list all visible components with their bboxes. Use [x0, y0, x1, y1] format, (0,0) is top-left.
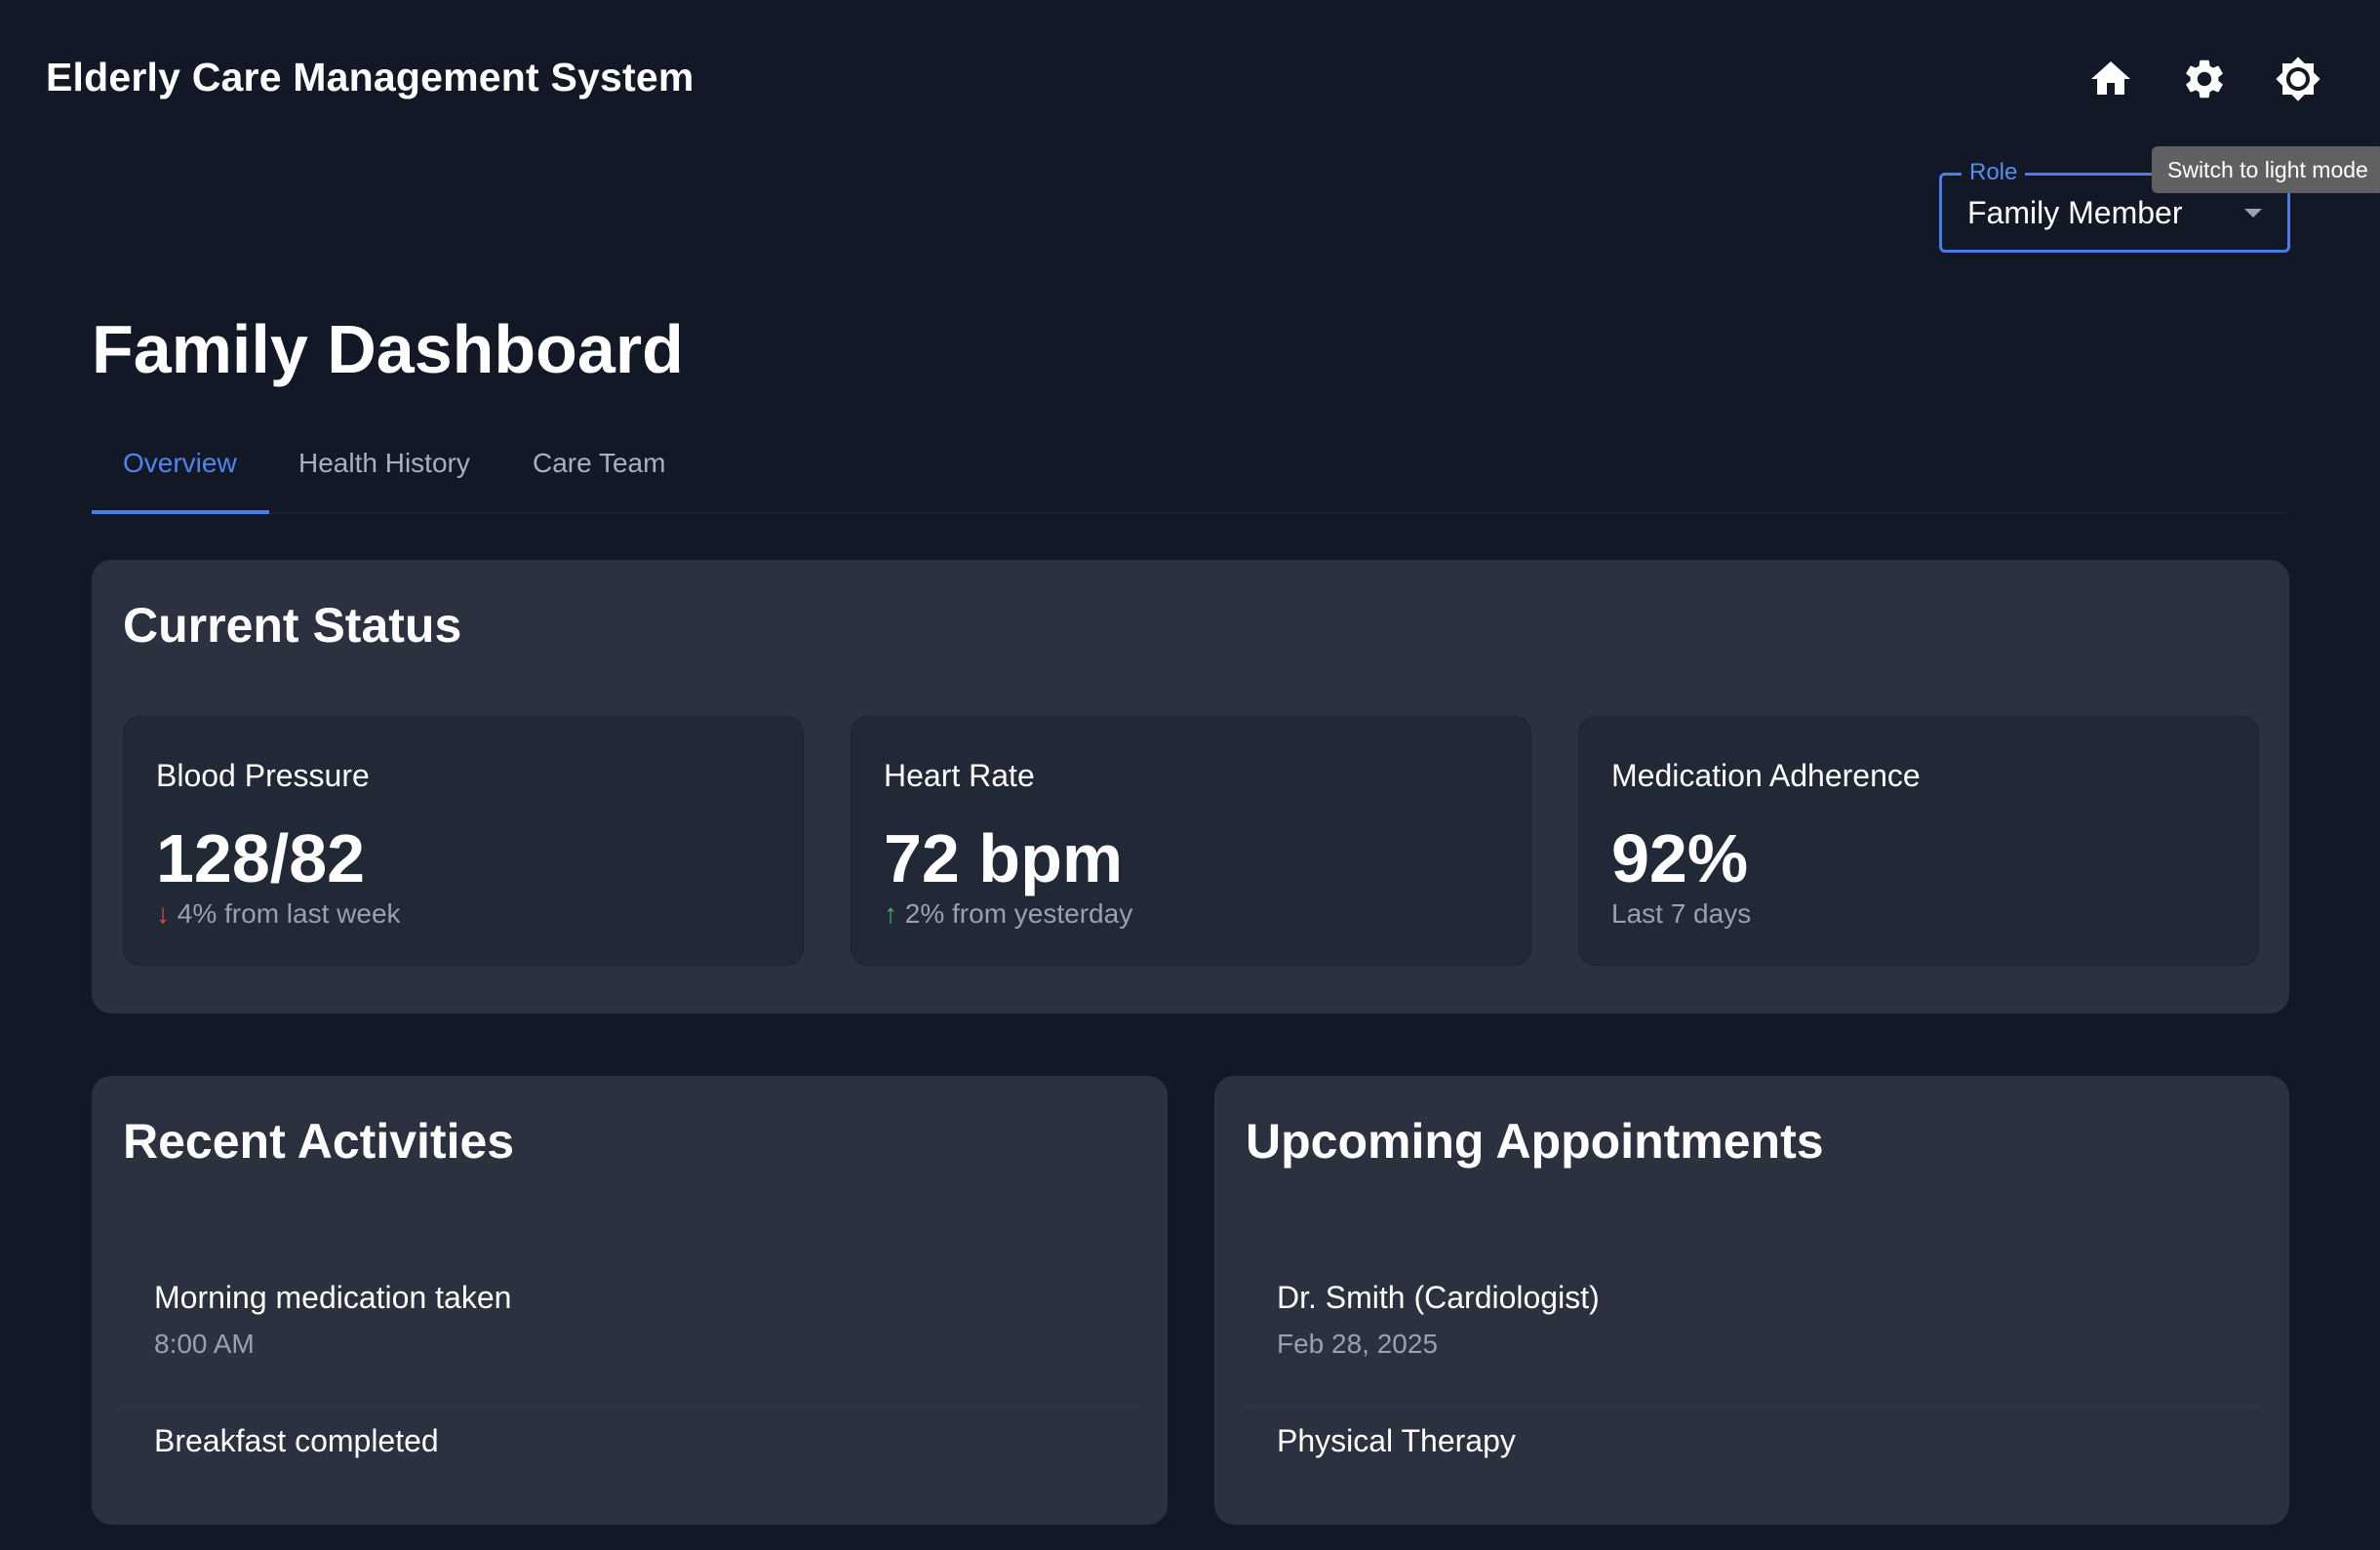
- arrow-up-icon: ↑: [884, 898, 897, 929]
- stat-label: Medication Adherence: [1611, 758, 1921, 793]
- role-value: Family Member: [1967, 195, 2183, 230]
- list-item: Morning medication taken 8:00 AM: [123, 1264, 1136, 1407]
- stat-value: 72 bpm: [884, 820, 1124, 896]
- stat-trend: Last 7 days: [1611, 898, 1752, 929]
- trend-text: 4% from last week: [177, 898, 401, 929]
- page-title: Family Dashboard: [92, 311, 684, 387]
- tab-bar: Overview Health History Care Team: [92, 429, 2289, 514]
- settings-button[interactable]: [2170, 45, 2239, 113]
- list-item: Breakfast completed: [123, 1408, 1136, 1550]
- theme-tooltip: Switch to light mode: [2152, 146, 2380, 193]
- activity-name: Breakfast completed: [154, 1423, 439, 1458]
- stat-value: 92%: [1611, 820, 1749, 896]
- gear-icon: [2186, 60, 2223, 99]
- tab-care-team[interactable]: Care Team: [501, 429, 696, 513]
- arrow-down-icon: ↓: [156, 898, 170, 929]
- appointment-date: Feb 28, 2025: [1277, 1329, 1439, 1359]
- home-button[interactable]: [2077, 45, 2145, 113]
- appointment-name: Dr. Smith (Cardiologist): [1277, 1280, 1600, 1315]
- activity-name: Morning medication taken: [154, 1280, 512, 1315]
- stat-value: 128/82: [156, 820, 366, 896]
- recent-activities-panel: Recent Activities Morning medication tak…: [92, 1076, 1168, 1525]
- heart-rate-card: Heart Rate 72 bpm ↑ 2% from yesterday: [851, 716, 1531, 966]
- current-status-panel: Current Status Blood Pressure 128/82 ↓ 4…: [92, 560, 2289, 1013]
- app-bar: Elderly Care Management System: [0, 0, 2380, 160]
- recent-activities-title: Recent Activities: [123, 1114, 515, 1169]
- current-status-title: Current Status: [123, 598, 462, 653]
- chevron-down-icon: [2244, 209, 2262, 218]
- upcoming-appointments-panel: Upcoming Appointments Dr. Smith (Cardiol…: [1214, 1076, 2289, 1525]
- list-item: Physical Therapy: [1246, 1408, 2258, 1550]
- tab-health-history[interactable]: Health History: [267, 429, 501, 513]
- stat-label: Blood Pressure: [156, 758, 370, 793]
- appointments-title: Upcoming Appointments: [1246, 1114, 1824, 1169]
- activity-time: 8:00 AM: [154, 1329, 255, 1359]
- brightness-icon: [2276, 57, 2320, 101]
- stat-trend: ↓ 4% from last week: [156, 898, 401, 930]
- blood-pressure-card: Blood Pressure 128/82 ↓ 4% from last wee…: [123, 716, 804, 966]
- appointment-name: Physical Therapy: [1277, 1423, 1516, 1458]
- stat-label: Heart Rate: [884, 758, 1035, 793]
- trend-text: 2% from yesterday: [904, 898, 1133, 929]
- medication-adherence-card: Medication Adherence 92% Last 7 days: [1578, 716, 2259, 966]
- stat-trend: ↑ 2% from yesterday: [884, 898, 1132, 930]
- active-tab-indicator: [92, 510, 269, 514]
- home-icon: [2091, 61, 2130, 95]
- app-title: Elderly Care Management System: [46, 55, 694, 99]
- tab-overview[interactable]: Overview: [92, 429, 268, 513]
- theme-toggle-button[interactable]: [2264, 45, 2332, 113]
- role-label: Role: [1962, 159, 2026, 186]
- list-item: Dr. Smith (Cardiologist) Feb 28, 2025: [1246, 1264, 2258, 1407]
